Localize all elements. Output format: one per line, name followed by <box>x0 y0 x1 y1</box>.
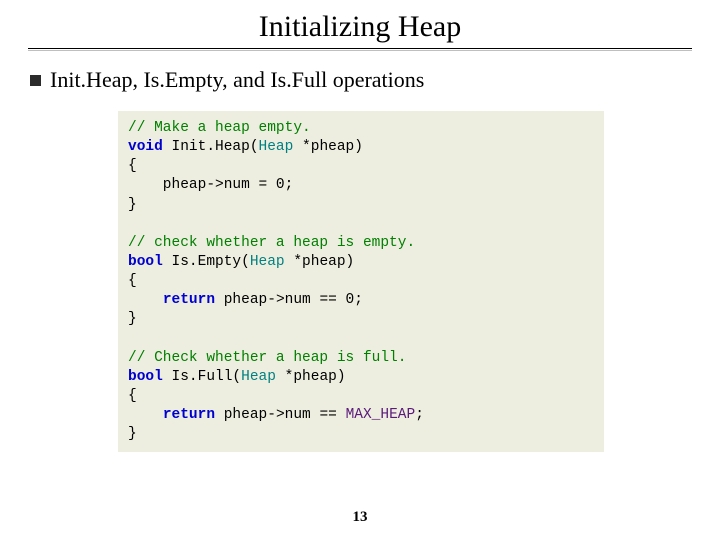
code-text: ; <box>415 407 424 423</box>
code-box: // Make a heap empty. void Init.Heap(Hea… <box>118 111 604 452</box>
code-text: } <box>128 426 137 442</box>
code-text: { <box>128 158 137 174</box>
code-text: *pheap) <box>293 139 363 155</box>
subtitle-text: Init.Heap, Is.Empty, and Is.Full operati… <box>50 67 424 93</box>
code-keyword: return <box>163 407 215 423</box>
code-type: Heap <box>250 254 285 270</box>
code-const: MAX_HEAP <box>346 407 416 423</box>
code-type: Heap <box>259 139 294 155</box>
code-text: Is.Empty( <box>163 254 250 270</box>
slide: Initializing Heap Init.Heap, Is.Empty, a… <box>0 0 720 540</box>
bullet-icon <box>30 75 41 86</box>
page-number: 13 <box>0 509 720 526</box>
code-comment: // Check whether a heap is full. <box>128 350 406 366</box>
code-text: Init.Heap( <box>163 139 259 155</box>
code-text <box>128 407 163 423</box>
code-keyword: bool <box>128 254 163 270</box>
code-text: *pheap) <box>285 254 355 270</box>
code-comment: // check whether a heap is empty. <box>128 235 415 251</box>
code-text: pheap->num = 0; <box>128 177 293 193</box>
code-comment: // Make a heap empty. <box>128 120 311 136</box>
code-text: { <box>128 388 137 404</box>
code-text: pheap->num == 0; <box>215 292 363 308</box>
code-text <box>128 292 163 308</box>
slide-title: Initializing Heap <box>0 0 720 48</box>
code-text: } <box>128 197 137 213</box>
title-rule <box>28 48 692 49</box>
code-keyword: void <box>128 139 163 155</box>
code-text: } <box>128 311 137 327</box>
subtitle-row: Init.Heap, Is.Empty, and Is.Full operati… <box>30 67 720 93</box>
code-keyword: return <box>163 292 215 308</box>
code-keyword: bool <box>128 369 163 385</box>
code-type: Heap <box>241 369 276 385</box>
code-text: pheap->num == <box>215 407 346 423</box>
code-text: { <box>128 273 137 289</box>
code-text: Is.Full( <box>163 369 241 385</box>
code-text: *pheap) <box>276 369 346 385</box>
